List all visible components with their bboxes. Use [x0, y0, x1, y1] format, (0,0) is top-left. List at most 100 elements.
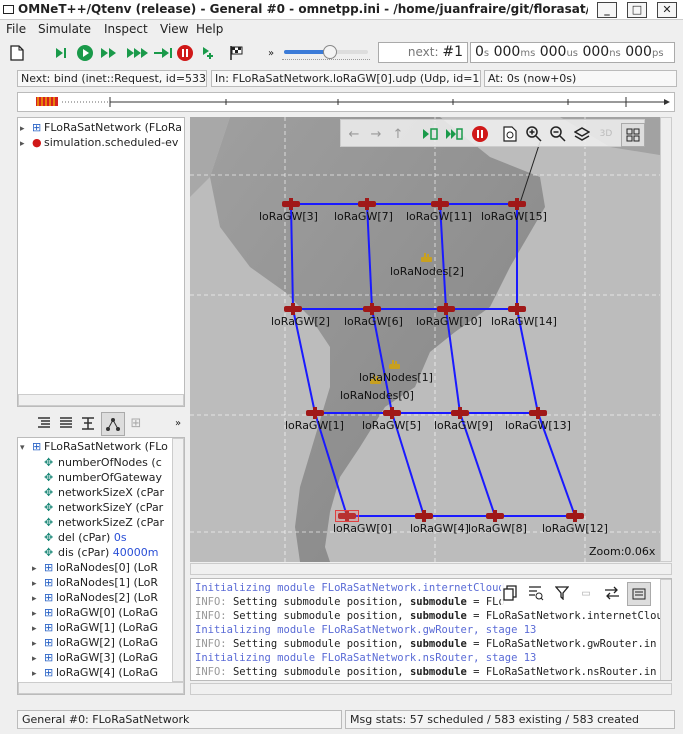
gateway-icon[interactable] — [431, 198, 449, 210]
gateway-icon[interactable] — [282, 198, 300, 210]
more-chevron-icon[interactable]: » — [262, 44, 280, 62]
forward-arrow-icon[interactable]: → — [367, 125, 385, 143]
run-module-icon[interactable] — [445, 125, 463, 143]
gateway-icon[interactable] — [508, 303, 526, 315]
gateway-icon[interactable] — [306, 407, 324, 419]
expand-arrow-icon[interactable]: ▸ — [32, 594, 44, 604]
filter-icon[interactable] — [553, 584, 571, 602]
submodule-item[interactable]: ▸ ⊞ loRaGW[3] (LoRaG — [32, 651, 172, 664]
finish-flag-icon[interactable] — [228, 44, 246, 62]
canvas-horizontal-scrollbar[interactable] — [190, 563, 672, 575]
express-run-icon[interactable] — [126, 44, 152, 62]
param-item[interactable]: ✥ del (cPar) 0s — [44, 531, 172, 544]
run-until-icon[interactable] — [153, 44, 175, 62]
expand-arrow-icon[interactable]: ▸ — [32, 624, 44, 634]
expand-arrow-icon[interactable]: ▸ — [32, 564, 44, 574]
submodule-item[interactable]: ▸ ⊞ loRaNodes[0] (LoR — [32, 561, 172, 574]
gateway-icon[interactable] — [529, 407, 547, 419]
submodule-item[interactable]: ▸ ⊞ loRaNodes[2] (LoR — [32, 591, 172, 604]
param-item[interactable]: ✥ networkSizeZ (cPar — [44, 516, 172, 529]
timeline[interactable] — [17, 92, 675, 112]
expand-arrow-icon[interactable]: ▸ — [32, 669, 44, 679]
param-item[interactable]: ✥ dis (cPar) 40000m — [44, 546, 172, 559]
expand-arrow-icon[interactable]: ▸ — [32, 609, 44, 619]
gateway-icon[interactable] — [451, 407, 469, 419]
gateway-icon[interactable] — [284, 303, 302, 315]
fast-run-icon[interactable] — [100, 44, 118, 62]
menu-inspect[interactable]: Inspect — [104, 22, 148, 36]
table-mode-icon[interactable]: ⊞ — [127, 414, 145, 432]
gateway-icon[interactable] — [508, 198, 526, 210]
expand-arrow-icon[interactable]: ▸ — [32, 654, 44, 664]
expand-arrow-icon[interactable]: ▸ — [20, 139, 32, 149]
find-icon[interactable] — [527, 584, 545, 602]
zoom-in-icon[interactable] — [525, 125, 543, 143]
submodule-item[interactable]: ▸ ⊞ loRaGW[1] (LoRaG — [32, 621, 172, 634]
gateway-icon[interactable] — [415, 510, 433, 522]
flat-mode-icon[interactable] — [57, 414, 75, 432]
zoom-out-icon[interactable] — [549, 125, 567, 143]
new-file-icon[interactable] — [8, 44, 26, 62]
inheritance-mode-icon[interactable] — [79, 414, 97, 432]
copy-icon[interactable] — [501, 584, 519, 602]
log-horizontal-scrollbar[interactable] — [190, 683, 672, 695]
param-item[interactable]: ✥ numberOfNodes (c — [44, 456, 172, 469]
rebuild-network-icon[interactable] — [200, 44, 218, 62]
inspector-horizontal-scrollbar[interactable] — [18, 682, 184, 694]
gateway-icon[interactable] — [437, 303, 455, 315]
tree-horizontal-scrollbar[interactable] — [18, 394, 184, 406]
gateway-icon[interactable] — [486, 510, 504, 522]
submodule-item[interactable]: ▸ ⊞ loRaGW[0] (LoRaG — [32, 606, 172, 619]
relayout-icon[interactable] — [501, 125, 519, 143]
step-icon[interactable] — [52, 44, 70, 62]
submodule-item[interactable]: ▸ ⊞ loRaGW[4] (LoRaG — [32, 666, 172, 679]
expand-arrow-icon[interactable]: ▸ — [20, 124, 32, 134]
param-item[interactable]: ✥ networkSizeY (cPar — [44, 501, 172, 514]
inspector-vertical-scrollbar[interactable] — [172, 438, 184, 682]
maximize-button[interactable]: □ — [627, 2, 647, 18]
stop-icon[interactable] — [176, 44, 194, 62]
tree-item-scheduled-events[interactable]: ▸ ● simulation.scheduled-ev — [20, 136, 184, 149]
3d-view-icon[interactable]: 3D — [597, 125, 615, 143]
menu-view[interactable]: View — [160, 22, 188, 36]
module-view-icon[interactable] — [621, 123, 645, 147]
expand-arrow-icon[interactable]: ▸ — [32, 639, 44, 649]
expand-arrow-icon[interactable]: ▸ — [32, 579, 44, 589]
up-arrow-icon[interactable]: ↑ — [389, 125, 407, 143]
canvas-vertical-scrollbar[interactable] — [660, 117, 672, 562]
messages-mode-icon[interactable] — [627, 582, 651, 606]
layers-icon[interactable] — [573, 125, 591, 143]
run-icon[interactable] — [76, 44, 94, 62]
minimize-button[interactable]: _ — [597, 2, 617, 18]
tree-item-network[interactable]: ▸ ⊞ FLoRaSatNetwork (FLoRa — [20, 121, 184, 134]
gateway-icon[interactable] — [566, 510, 584, 522]
gateway-icon[interactable] — [383, 407, 401, 419]
stop-module-icon[interactable] — [471, 125, 489, 143]
mode-switch-icon[interactable] — [603, 584, 621, 602]
back-arrow-icon[interactable]: ← — [345, 125, 363, 143]
menu-help[interactable]: Help — [196, 22, 223, 36]
config-icon[interactable]: ▭ — [577, 584, 595, 602]
lora-node-icon[interactable] — [389, 359, 400, 369]
menu-file[interactable]: File — [6, 22, 26, 36]
lora-node-icon[interactable] — [421, 252, 432, 262]
menu-simulate[interactable]: Simulate — [38, 22, 91, 36]
grouped-mode-icon[interactable] — [101, 412, 125, 436]
gateway-icon[interactable] — [358, 198, 376, 210]
inspector-root[interactable]: ▾ ⊞ FLoRaSatNetwork (FLo — [20, 440, 172, 453]
children-mode-icon[interactable] — [35, 414, 53, 432]
speed-slider-handle[interactable] — [323, 45, 338, 59]
step-module-icon[interactable] — [421, 125, 439, 143]
close-button[interactable]: ✕ — [657, 2, 677, 18]
network-canvas[interactable]: loRaGW[0] loRaGW[1] loRaGW[2] loRaGW[3] loRa… — [190, 117, 672, 562]
collapse-arrow-icon[interactable]: ▾ — [20, 443, 32, 453]
more-chevron-icon[interactable]: » — [169, 414, 187, 432]
speed-slider[interactable] — [282, 44, 370, 62]
log-vertical-scrollbar[interactable] — [660, 579, 671, 680]
gateway-icon[interactable] — [363, 303, 381, 315]
param-item[interactable]: ✥ networkSizeX (cPar — [44, 486, 172, 499]
submodule-item[interactable]: ▸ ⊞ loRaNodes[1] (LoR — [32, 576, 172, 589]
param-item[interactable]: ✥ numberOfGateway — [44, 471, 172, 484]
submodule-item[interactable]: ▸ ⊞ loRaGW[2] (LoRaG — [32, 636, 172, 649]
log-line: INFO: Setting submodule position, submod… — [195, 610, 663, 622]
